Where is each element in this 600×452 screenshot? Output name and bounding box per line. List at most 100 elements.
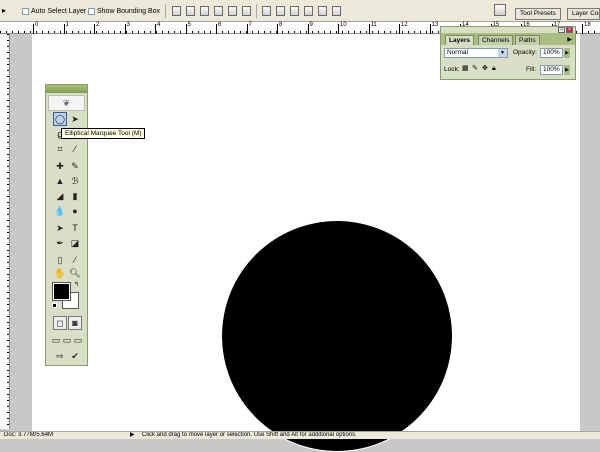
ruler-number: 10: [340, 22, 347, 28]
full-screen-menu-mode-icon[interactable]: ▭: [62, 333, 72, 347]
distribute-vertical-center-icon[interactable]: [276, 6, 285, 16]
tool-presets-tab[interactable]: Tool Presets: [515, 8, 561, 20]
document-canvas[interactable]: [32, 34, 580, 452]
checkmark-icon[interactable]: ✔: [68, 349, 82, 363]
path-selection-tool-icon[interactable]: ➤: [53, 221, 67, 235]
ruler-number: 6: [218, 22, 222, 28]
ruler-number: 0: [35, 22, 39, 28]
dodge-tool-icon[interactable]: ●: [68, 204, 82, 218]
clone-stamp-tool-icon[interactable]: ▲: [53, 174, 67, 188]
opacity-slider-arrow-icon[interactable]: ▶: [564, 48, 570, 58]
pen-tool-icon[interactable]: ✒: [53, 236, 67, 250]
file-browser-icon[interactable]: [494, 4, 506, 16]
ruler-tick: [33, 24, 34, 34]
status-menu-arrow-icon[interactable]: ▶: [130, 432, 135, 439]
separator: [165, 4, 166, 18]
chevron-down-icon[interactable]: ▼: [498, 49, 507, 57]
ruler-tick: [185, 24, 187, 34]
align-horizontal-center-icon[interactable]: [228, 6, 237, 16]
tab-channels[interactable]: Channels: [478, 35, 514, 45]
healing-brush-tool-icon[interactable]: ✚: [53, 159, 67, 173]
layer-comps-tab[interactable]: Layer Com: [567, 8, 600, 20]
ruler-tick: [429, 24, 431, 34]
tab-paths[interactable]: Paths: [515, 35, 540, 45]
ruler-number: 18: [584, 22, 591, 28]
full-screen-mode-icon[interactable]: ▭: [73, 333, 83, 347]
ruler-number: 4: [157, 22, 161, 28]
document-size-info[interactable]: Doc: 3.77M/5.64M: [4, 432, 53, 439]
align-vertical-center-icon[interactable]: [186, 6, 195, 16]
ruler-number: 5: [187, 22, 191, 28]
options-bar: ▸ Auto Select Layer Show Bounding Box To…: [0, 0, 600, 22]
slice-tool-icon[interactable]: ⁄: [68, 142, 82, 156]
fill-slider-arrow-icon[interactable]: ▶: [564, 65, 570, 75]
align-left-icon[interactable]: [214, 6, 223, 16]
lock-position-icon[interactable]: ✥: [482, 65, 489, 73]
ruler-tick: [94, 24, 95, 34]
blend-mode-select[interactable]: Normal ▼: [444, 48, 508, 58]
eraser-tool-icon[interactable]: ◢: [53, 189, 67, 203]
toolbox-title-bar[interactable]: [46, 85, 87, 93]
palette-menu-icon[interactable]: ▶: [567, 36, 572, 43]
lock-pixels-icon[interactable]: ✎: [472, 65, 479, 73]
ruler-tick: [399, 24, 400, 34]
checkbox-icon[interactable]: [22, 8, 29, 15]
distribute-left-icon[interactable]: [304, 6, 313, 16]
separator: [256, 4, 257, 18]
ruler-tick: [368, 24, 370, 34]
hand-tool-icon[interactable]: ✋: [53, 266, 67, 280]
history-brush-tool-icon[interactable]: ℬ: [68, 174, 82, 188]
shape-tool-icon[interactable]: ◪: [68, 236, 82, 250]
distribute-horizontal-center-icon[interactable]: [318, 6, 327, 16]
type-tool-icon[interactable]: T: [68, 221, 82, 235]
layers-palette: – × Layers Channels Paths ▶ Normal ▼ Opa…: [440, 26, 576, 80]
ruler-tick: [155, 24, 156, 34]
show-bounding-box-checkbox[interactable]: Show Bounding Box: [88, 8, 160, 15]
elliptical-selection[interactable]: [221, 220, 453, 452]
ruler-tick: [63, 24, 65, 34]
distribute-top-icon[interactable]: [262, 6, 271, 16]
lock-transparency-icon[interactable]: ▦: [462, 65, 469, 73]
show-bounding-box-label: Show Bounding Box: [97, 8, 161, 15]
align-top-icon[interactable]: [172, 6, 181, 16]
lock-label: Lock:: [444, 66, 460, 73]
distribute-right-icon[interactable]: [332, 6, 341, 16]
elliptical-marquee-tool-icon[interactable]: ◯: [53, 112, 67, 126]
ruler-number: 2: [96, 22, 100, 28]
standard-screen-mode-icon[interactable]: ▭: [51, 333, 61, 347]
align-right-icon[interactable]: [242, 6, 251, 16]
brush-tool-icon[interactable]: ✎: [68, 159, 82, 173]
auto-select-layer-checkbox[interactable]: Auto Select Layer: [22, 8, 86, 15]
gradient-tool-icon[interactable]: ▮: [68, 189, 82, 203]
move-tool-icon[interactable]: ➤: [68, 112, 82, 126]
foreground-color-swatch[interactable]: [52, 282, 71, 301]
status-hint: Click and drag to move layer or selectio…: [142, 432, 357, 438]
tab-layers[interactable]: Layers: [445, 35, 474, 45]
distribute-bottom-icon[interactable]: [290, 6, 299, 16]
standard-mode-icon[interactable]: ◻: [53, 316, 67, 330]
ruler-tick: [216, 24, 217, 34]
checkbox-icon[interactable]: [88, 8, 95, 15]
align-bottom-icon[interactable]: [200, 6, 209, 16]
blur-tool-icon[interactable]: 💧: [53, 204, 67, 218]
notes-tool-icon[interactable]: ▯: [53, 253, 67, 267]
fill-field[interactable]: 100%: [540, 65, 563, 75]
crop-tool-icon[interactable]: ⌗: [53, 142, 67, 156]
ruler-tick: [124, 24, 126, 34]
ruler-tick: [246, 24, 248, 34]
quick-mask-mode-icon[interactable]: ◙: [68, 316, 82, 330]
default-colors-icon[interactable]: [52, 303, 57, 308]
zoom-tool-icon[interactable]: 🔍︎: [68, 266, 82, 280]
eyedropper-tool-icon[interactable]: ⁄: [68, 253, 82, 267]
opacity-label: Opacity:: [513, 49, 537, 56]
ruler-number: 8: [279, 22, 283, 28]
vertical-ruler: [0, 34, 10, 429]
lock-all-icon[interactable]: 🔒︎: [492, 65, 499, 73]
move-tool-preset-icon[interactable]: ▸: [2, 6, 14, 18]
opacity-field[interactable]: 100%: [540, 48, 563, 58]
jump-to-imageready-icon[interactable]: ⇨: [53, 349, 67, 363]
ruler-tick: [582, 24, 583, 34]
swap-colors-icon[interactable]: ↰: [74, 281, 79, 288]
adobe-logo-icon[interactable]: ❦: [48, 95, 85, 111]
auto-select-layer-label: Auto Select Layer: [31, 8, 87, 15]
